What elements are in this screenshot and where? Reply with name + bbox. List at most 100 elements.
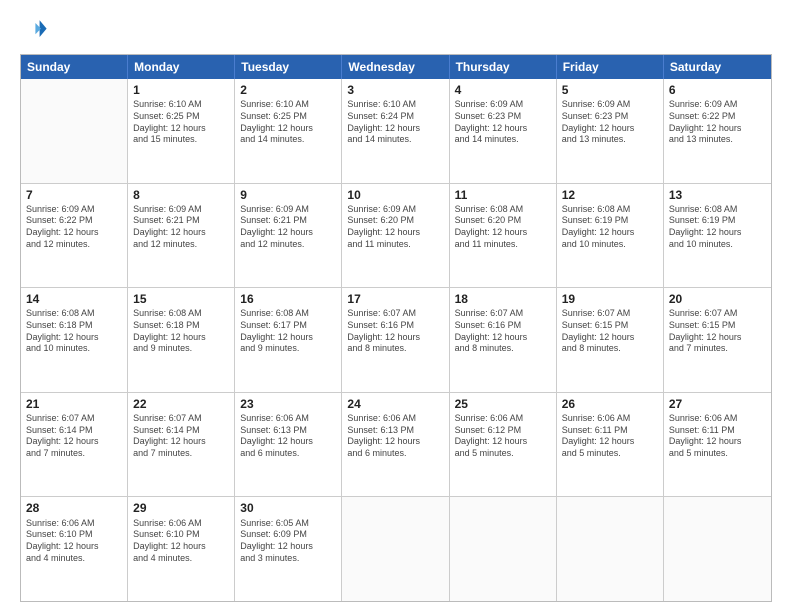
day-number: 24 — [347, 396, 443, 412]
calendar-cell — [450, 497, 557, 601]
weekday-header: Wednesday — [342, 55, 449, 79]
calendar-cell: 9Sunrise: 6:09 AM Sunset: 6:21 PM Daylig… — [235, 184, 342, 288]
calendar-cell: 30 Sunrise: 6:05 AM Sunset: 6:09 PM Dayli… — [235, 497, 342, 601]
day-number: 15 — [133, 291, 229, 307]
calendar-row: 1Sunrise: 6:10 AM Sunset: 6:25 PM Daylig… — [21, 79, 771, 183]
day-info: Sunrise: 6:06 AM Sunset: 6:11 PM Dayligh… — [562, 413, 658, 460]
calendar-cell — [557, 497, 664, 601]
logo-icon — [20, 16, 48, 44]
calendar-row: 21 Sunrise: 6:07 AM Sunset: 6:14 PM Dayli… — [21, 392, 771, 497]
day-number: 4 — [455, 82, 551, 98]
calendar-cell: 1Sunrise: 6:10 AM Sunset: 6:25 PM Daylig… — [128, 79, 235, 183]
day-number: 5 — [562, 82, 658, 98]
calendar-cell: 22Sunrise: 6:07 AM Sunset: 6:14 PM Dayli… — [128, 393, 235, 497]
day-info: Sunrise: 6:08 AM Sunset: 6:20 PM Dayligh… — [455, 204, 551, 251]
day-number: 8 — [133, 187, 229, 203]
calendar-row: 7Sunrise: 6:09 AM Sunset: 6:22 PM Daylig… — [21, 183, 771, 288]
day-info: Sunrise: 6:09 AM Sunset: 6:21 PM Dayligh… — [133, 204, 229, 251]
day-info: Sunrise: 6:10 AM Sunset: 6:25 PM Dayligh… — [133, 99, 229, 146]
calendar-cell: 17Sunrise: 6:07 AM Sunset: 6:16 PM Dayli… — [342, 288, 449, 392]
day-number: 26 — [562, 396, 658, 412]
day-number: 28 — [26, 500, 122, 516]
day-number: 9 — [240, 187, 336, 203]
calendar-cell: 2Sunrise: 6:10 AM Sunset: 6:25 PM Daylig… — [235, 79, 342, 183]
calendar-cell: 3Sunrise: 6:10 AM Sunset: 6:24 PM Daylig… — [342, 79, 449, 183]
day-info: Sunrise: 6:05 AM Sunset: 6:09 PM Dayligh… — [240, 518, 336, 565]
calendar-cell: 25Sunrise: 6:06 AM Sunset: 6:12 PM Dayli… — [450, 393, 557, 497]
day-info: Sunrise: 6:07 AM Sunset: 6:16 PM Dayligh… — [455, 308, 551, 355]
day-number: 6 — [669, 82, 766, 98]
weekday-header: Sunday — [21, 55, 128, 79]
day-info: Sunrise: 6:06 AM Sunset: 6:10 PM Dayligh… — [26, 518, 122, 565]
calendar-row: 28 Sunrise: 6:06 AM Sunset: 6:10 PM Dayli… — [21, 496, 771, 601]
day-number: 12 — [562, 187, 658, 203]
day-number: 11 — [455, 187, 551, 203]
day-number: 30 — [240, 500, 336, 516]
header — [20, 16, 772, 44]
day-info: Sunrise: 6:09 AM Sunset: 6:20 PM Dayligh… — [347, 204, 443, 251]
day-info: Sunrise: 6:06 AM Sunset: 6:12 PM Dayligh… — [455, 413, 551, 460]
day-info: Sunrise: 6:06 AM Sunset: 6:13 PM Dayligh… — [240, 413, 336, 460]
calendar-body: 1Sunrise: 6:10 AM Sunset: 6:25 PM Daylig… — [21, 79, 771, 601]
calendar-cell: 5Sunrise: 6:09 AM Sunset: 6:23 PM Daylig… — [557, 79, 664, 183]
calendar-cell: 10Sunrise: 6:09 AM Sunset: 6:20 PM Dayli… — [342, 184, 449, 288]
calendar-cell: 7Sunrise: 6:09 AM Sunset: 6:22 PM Daylig… — [21, 184, 128, 288]
calendar-cell — [342, 497, 449, 601]
calendar-cell: 4Sunrise: 6:09 AM Sunset: 6:23 PM Daylig… — [450, 79, 557, 183]
day-info: Sunrise: 6:06 AM Sunset: 6:13 PM Dayligh… — [347, 413, 443, 460]
day-number: 13 — [669, 187, 766, 203]
day-number: 10 — [347, 187, 443, 203]
day-info: Sunrise: 6:09 AM Sunset: 6:23 PM Dayligh… — [562, 99, 658, 146]
calendar-cell: 19Sunrise: 6:07 AM Sunset: 6:15 PM Dayli… — [557, 288, 664, 392]
day-number: 1 — [133, 82, 229, 98]
day-info: Sunrise: 6:10 AM Sunset: 6:24 PM Dayligh… — [347, 99, 443, 146]
calendar-cell: 28 Sunrise: 6:06 AM Sunset: 6:10 PM Dayli… — [21, 497, 128, 601]
weekday-header: Friday — [557, 55, 664, 79]
calendar-cell: 12Sunrise: 6:08 AM Sunset: 6:19 PM Dayli… — [557, 184, 664, 288]
calendar-header: SundayMondayTuesdayWednesdayThursdayFrid… — [21, 55, 771, 79]
calendar-cell: 24Sunrise: 6:06 AM Sunset: 6:13 PM Dayli… — [342, 393, 449, 497]
calendar-row: 14Sunrise: 6:08 AM Sunset: 6:18 PM Dayli… — [21, 287, 771, 392]
day-number: 7 — [26, 187, 122, 203]
weekday-header: Monday — [128, 55, 235, 79]
day-info: Sunrise: 6:09 AM Sunset: 6:22 PM Dayligh… — [26, 204, 122, 251]
calendar-cell: 16Sunrise: 6:08 AM Sunset: 6:17 PM Dayli… — [235, 288, 342, 392]
calendar-cell — [664, 497, 771, 601]
day-number: 17 — [347, 291, 443, 307]
calendar-cell: 15Sunrise: 6:08 AM Sunset: 6:18 PM Dayli… — [128, 288, 235, 392]
day-number: 3 — [347, 82, 443, 98]
weekday-header: Saturday — [664, 55, 771, 79]
day-number: 2 — [240, 82, 336, 98]
day-info: Sunrise: 6:07 AM Sunset: 6:15 PM Dayligh… — [669, 308, 766, 355]
day-info: Sunrise: 6:09 AM Sunset: 6:21 PM Dayligh… — [240, 204, 336, 251]
day-number: 22 — [133, 396, 229, 412]
calendar-cell — [21, 79, 128, 183]
weekday-header: Thursday — [450, 55, 557, 79]
day-info: Sunrise: 6:06 AM Sunset: 6:11 PM Dayligh… — [669, 413, 766, 460]
calendar-cell: 8Sunrise: 6:09 AM Sunset: 6:21 PM Daylig… — [128, 184, 235, 288]
day-number: 21 — [26, 396, 122, 412]
day-number: 27 — [669, 396, 766, 412]
day-number: 14 — [26, 291, 122, 307]
day-info: Sunrise: 6:08 AM Sunset: 6:18 PM Dayligh… — [133, 308, 229, 355]
calendar-cell: 20Sunrise: 6:07 AM Sunset: 6:15 PM Dayli… — [664, 288, 771, 392]
day-info: Sunrise: 6:08 AM Sunset: 6:19 PM Dayligh… — [669, 204, 766, 251]
day-number: 25 — [455, 396, 551, 412]
calendar-cell: 13Sunrise: 6:08 AM Sunset: 6:19 PM Dayli… — [664, 184, 771, 288]
day-number: 19 — [562, 291, 658, 307]
day-info: Sunrise: 6:08 AM Sunset: 6:18 PM Dayligh… — [26, 308, 122, 355]
calendar-cell: 18Sunrise: 6:07 AM Sunset: 6:16 PM Dayli… — [450, 288, 557, 392]
day-info: Sunrise: 6:07 AM Sunset: 6:14 PM Dayligh… — [133, 413, 229, 460]
day-number: 23 — [240, 396, 336, 412]
day-info: Sunrise: 6:08 AM Sunset: 6:17 PM Dayligh… — [240, 308, 336, 355]
page: SundayMondayTuesdayWednesdayThursdayFrid… — [0, 0, 792, 612]
day-info: Sunrise: 6:09 AM Sunset: 6:23 PM Dayligh… — [455, 99, 551, 146]
calendar-cell: 6Sunrise: 6:09 AM Sunset: 6:22 PM Daylig… — [664, 79, 771, 183]
day-info: Sunrise: 6:07 AM Sunset: 6:16 PM Dayligh… — [347, 308, 443, 355]
day-info: Sunrise: 6:08 AM Sunset: 6:19 PM Dayligh… — [562, 204, 658, 251]
calendar: SundayMondayTuesdayWednesdayThursdayFrid… — [20, 54, 772, 602]
calendar-cell: 23Sunrise: 6:06 AM Sunset: 6:13 PM Dayli… — [235, 393, 342, 497]
calendar-cell: 21Sunrise: 6:07 AM Sunset: 6:14 PM Dayli… — [21, 393, 128, 497]
day-number: 18 — [455, 291, 551, 307]
day-info: Sunrise: 6:10 AM Sunset: 6:25 PM Dayligh… — [240, 99, 336, 146]
